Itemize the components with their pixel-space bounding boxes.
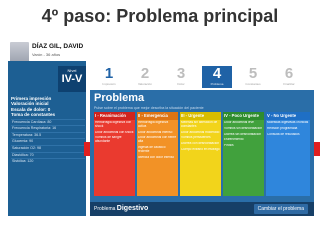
column-body: Dolor abdominal leve Vómitos sin deshidr… <box>223 120 264 196</box>
step-number: 6 <box>284 65 294 82</box>
prev-arrow-icon[interactable] <box>84 142 90 156</box>
step-5[interactable]: 5 Constantes <box>238 66 268 88</box>
column-header: IV - Poco Urgente <box>223 112 264 120</box>
problem-option[interactable]: Estreñimiento <box>224 138 263 142</box>
problem-hint: Pulse sobre el problema que mejor descri… <box>94 106 204 110</box>
step-3[interactable]: 3 Dolor <box>166 66 196 88</box>
step-label: Dolor <box>177 82 185 86</box>
step-number: 2 <box>140 65 150 82</box>
problem-option[interactable]: Vómitos de sangre abundante <box>95 136 134 144</box>
vital-respiratory-rate: Frecuencia Respiratoria: 16 <box>11 125 85 132</box>
vital-temperature: Temperatura: 36.5 <box>11 131 85 139</box>
selected-problem: Problema Digestivo <box>94 205 148 212</box>
problem-option[interactable]: Ingesta de cáustico reciente <box>138 146 177 154</box>
vital-diastolic: Diastólica: 70 <box>11 151 85 159</box>
left-menu: Primera impresión Valoración inicial Esc… <box>11 96 85 165</box>
triage-app: DÍAZ GIL, DAVID Varón - 36 años Nivel IV… <box>8 40 320 216</box>
problem-option[interactable]: Dolor abdominal moderado <box>181 131 220 135</box>
column-emergencia: II - Emergencia Hemorragia digestiva act… <box>137 112 178 196</box>
left-panel: Nivel IV-V Primera impresión Valoración … <box>8 61 86 216</box>
column-header: V - No Urgente <box>266 112 310 120</box>
column-body: Hemorragia digestiva con shock Dolor abd… <box>94 120 135 196</box>
step-number: 4 <box>212 65 222 82</box>
step-label: Finalizar <box>283 82 295 86</box>
problem-option[interactable]: Vómitos sin deshidratación <box>224 127 263 131</box>
patient-info: Varón - 36 años <box>32 52 61 57</box>
step-label: Problema <box>210 82 224 86</box>
column-body: Hemorragia digestiva activa Dolor abdomi… <box>137 120 178 196</box>
problem-footer: Problema Digestivo Cambiar el problema <box>90 202 314 216</box>
step-2[interactable]: 2 Valoración <box>130 66 160 88</box>
column-urgente: III - Urgente Melenas sin alteración de … <box>180 112 221 196</box>
problem-option[interactable]: Revisión programada <box>267 127 309 131</box>
step-number: 3 <box>176 65 186 82</box>
step-number: 5 <box>248 65 258 82</box>
vitals-list: Frecuencia Cardíaca: 80 Frecuencia Respi… <box>11 118 85 165</box>
problem-option[interactable]: Hemorragia digestiva activa <box>138 121 177 129</box>
column-body: Melenas sin alteración de constantes Dol… <box>180 120 221 196</box>
vital-oxygen-saturation: Saturación O2: 98 <box>11 145 85 152</box>
problem-option[interactable]: Diarrea sin deshidratación <box>224 133 263 137</box>
level-value: IV-V <box>61 73 83 85</box>
problem-option[interactable]: Dolor abdominal leve <box>224 121 263 125</box>
slide-title: 4º paso: Problema principal <box>41 6 279 26</box>
problem-option[interactable]: Dolor abdominal con fiebre alta <box>138 136 177 144</box>
change-problem-button[interactable]: Cambiar el problema <box>253 204 308 214</box>
next-arrow-icon[interactable] <box>314 142 320 156</box>
step-label: Impresión <box>102 82 116 86</box>
selected-problem-value: Digestivo <box>116 205 149 212</box>
patient-name: DÍAZ GIL, DAVID <box>32 43 84 50</box>
step-label: Constantes <box>245 82 261 86</box>
problem-panel: Problema Pulse sobre el problema que mej… <box>84 90 320 216</box>
problem-option[interactable]: Molestias digestivas crónicas <box>267 121 309 125</box>
priority-columns: I - Reanimación Hemorragia digestiva con… <box>94 112 310 196</box>
problem-option[interactable]: Diarrea con deshidratación <box>181 142 220 146</box>
column-poco-urgente: IV - Poco Urgente Dolor abdominal leve V… <box>223 112 264 196</box>
problem-option[interactable]: Cuerpo extraño en esófago <box>181 148 220 152</box>
selected-problem-prefix: Problema <box>94 206 116 212</box>
problem-option[interactable]: Vómitos persistentes <box>181 136 220 140</box>
step-1[interactable]: 1 Impresión <box>94 66 124 88</box>
problem-option[interactable]: Dolor abdominal intenso <box>138 131 177 135</box>
step-6[interactable]: 6 Finalizar <box>274 66 304 88</box>
problem-title: Problema <box>94 92 145 104</box>
problem-option[interactable]: Melenas sin alteración de constantes <box>181 121 220 129</box>
step-4-active[interactable]: 4 Problema <box>202 66 232 88</box>
problem-option[interactable]: Ictericia con dolor intenso <box>138 156 177 160</box>
vital-glucose: Glucemia: 90 <box>11 138 85 145</box>
column-header: II - Emergencia <box>137 112 178 120</box>
menu-item-vitals[interactable]: Toma de constantes <box>11 112 85 117</box>
column-header: I - Reanimación <box>94 112 135 120</box>
column-header: III - Urgente <box>180 112 221 120</box>
problem-option[interactable]: Hemorragia digestiva con shock <box>95 121 134 129</box>
vital-heart-rate: Frecuencia Cardíaca: 80 <box>11 118 85 126</box>
triage-level-badge: Nivel IV-V <box>58 66 86 92</box>
step-label: Valoración <box>138 82 152 86</box>
step-number: 1 <box>104 65 114 82</box>
column-reanimacion: I - Reanimación Hemorragia digestiva con… <box>94 112 135 196</box>
problem-option[interactable]: Pirosis <box>224 144 263 148</box>
vital-systolic: Sistólica: 120 <box>11 158 85 165</box>
problem-option[interactable]: Dolor abdominal con shock <box>95 131 134 135</box>
problem-option[interactable]: Consulta de resultados <box>267 133 309 137</box>
step-navigation: 1 Impresión 2 Valoración 3 Dolor 4 Probl… <box>90 66 314 88</box>
column-body: Molestias digestivas crónicas Revisión p… <box>266 120 310 196</box>
column-no-urgente: V - No Urgente Molestias digestivas crón… <box>266 112 310 196</box>
